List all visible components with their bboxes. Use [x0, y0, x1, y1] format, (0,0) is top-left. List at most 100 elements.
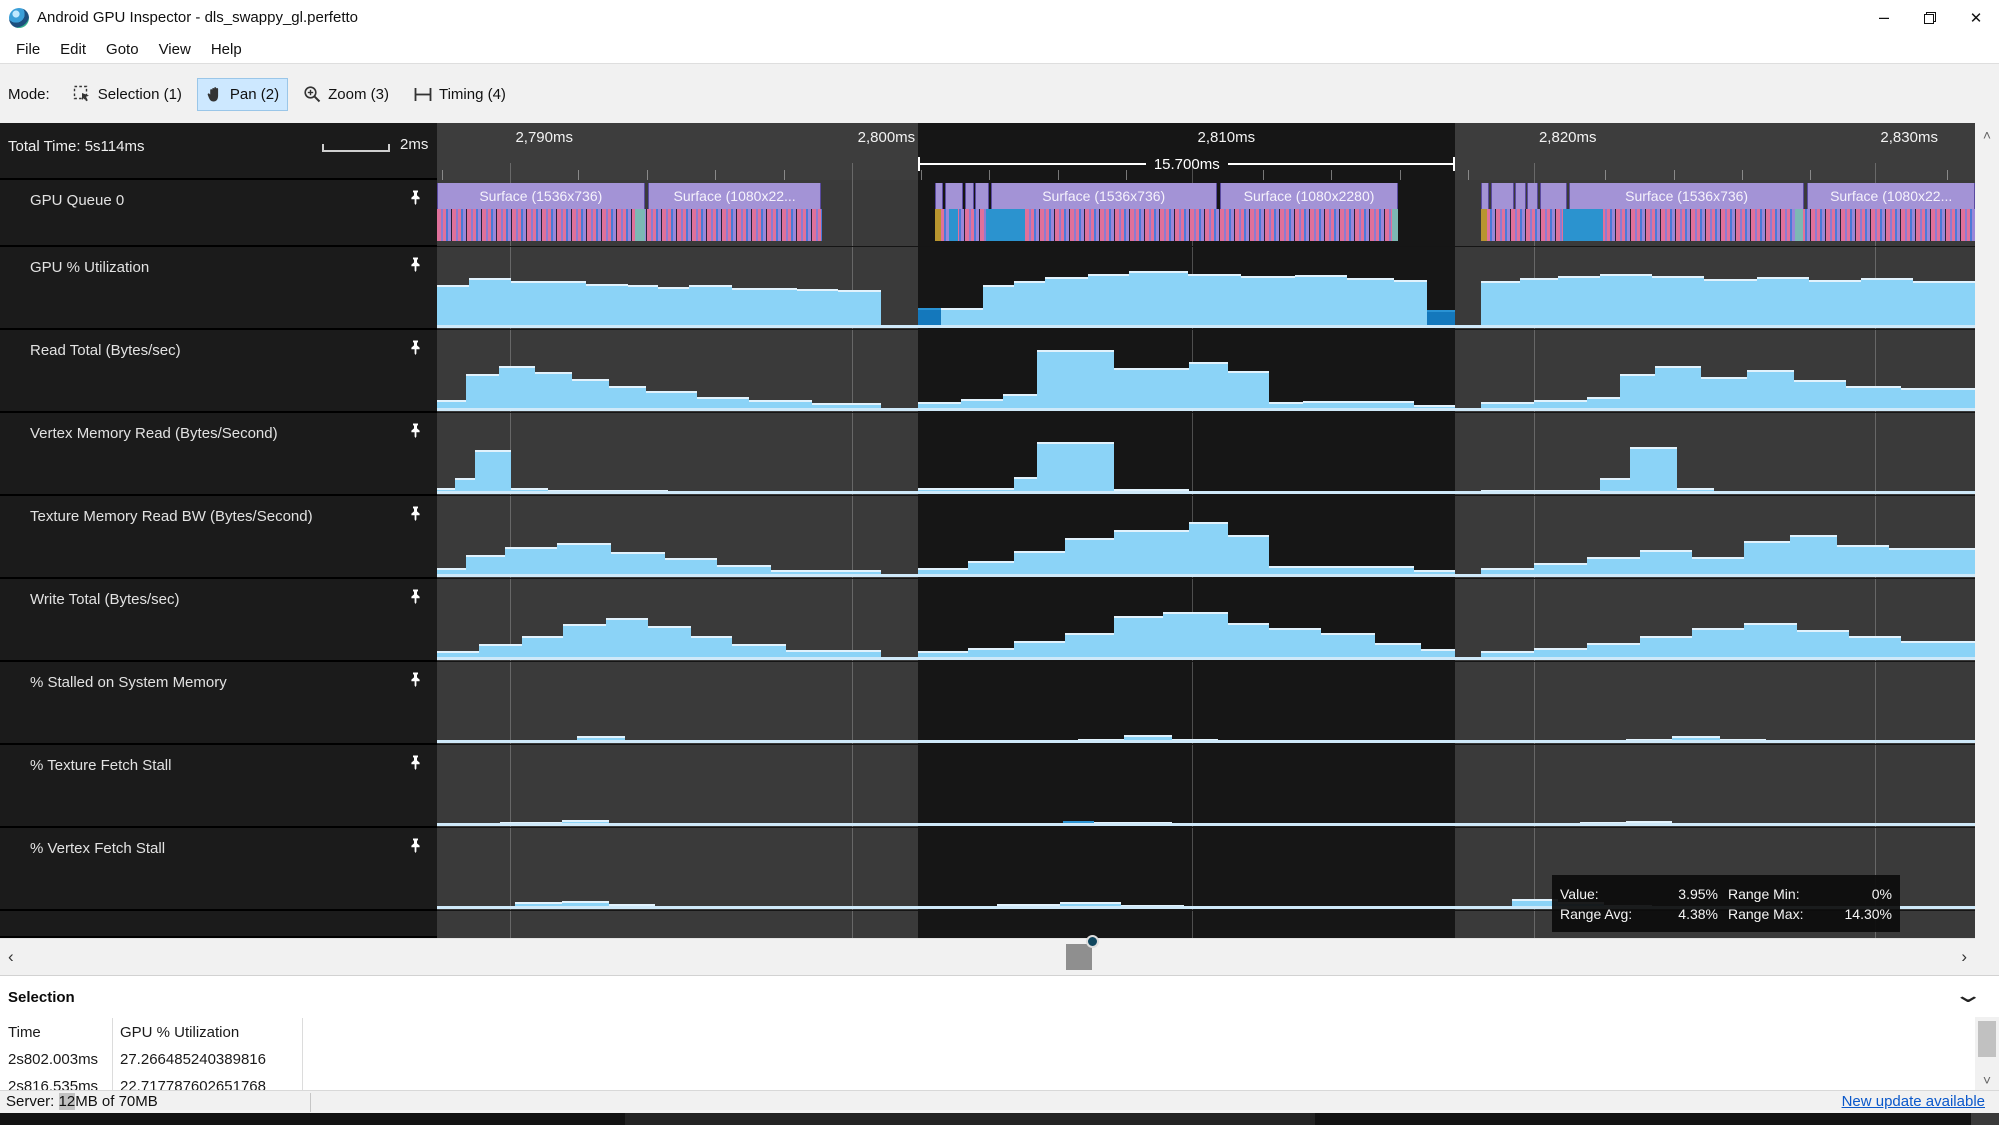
pin-icon[interactable] — [408, 190, 423, 211]
scroll-right-icon[interactable]: › — [1961, 947, 1967, 967]
collapse-chevron-icon[interactable]: ⌄ — [1952, 982, 1983, 1008]
chart-segment — [1756, 277, 1809, 328]
hover-point-marker — [1086, 935, 1099, 948]
surface-span[interactable]: Surface (1080x22... — [647, 183, 822, 209]
mode-button-timing[interactable]: Timing (4) — [404, 78, 515, 111]
chart-segment — [658, 287, 690, 328]
surface-span[interactable]: Surface (1536x736) — [1568, 183, 1805, 209]
surface-span[interactable]: Surface (1080x22... — [1807, 183, 1975, 209]
selection-scroll-thumb[interactable] — [1978, 1021, 1996, 1057]
selection-scroll-down-icon[interactable]: ˅ — [1975, 1072, 1999, 1088]
horizontal-scrollbar[interactable]: ‹ › — [0, 938, 1975, 975]
surface-span[interactable] — [1527, 183, 1539, 209]
surface-span[interactable]: Surface (1080x2280) — [1219, 183, 1399, 209]
surface-span[interactable] — [1515, 183, 1526, 209]
track-label-panel: Total Time: 5s114ms 2ms GPU Queue 0 GPU %… — [0, 123, 437, 938]
chart-baseline — [437, 491, 1975, 494]
close-button[interactable]: ✕ — [1953, 0, 1999, 35]
queue-slice-block — [986, 209, 1025, 241]
mode-button-zoom[interactable]: Zoom (3) — [294, 78, 398, 111]
pin-icon[interactable] — [408, 257, 423, 278]
metric-track-0[interactable] — [437, 247, 1975, 330]
surface-span[interactable] — [975, 183, 990, 209]
minor-tick — [1947, 170, 1949, 180]
chart-segment — [1013, 281, 1045, 328]
timeline-canvas[interactable]: 2,790ms 2,800ms 2,810ms 2,820ms 2,830ms 15.7… — [437, 123, 1975, 938]
chart-segment — [1227, 623, 1270, 660]
chart-segment — [1913, 281, 1975, 328]
chart-segment — [647, 626, 691, 660]
mode-button-pan[interactable]: Pan (2) — [196, 77, 289, 111]
chart-segment — [838, 290, 882, 328]
surface-span[interactable]: Surface (1536x736) — [437, 183, 645, 209]
minor-tick — [783, 170, 785, 180]
chart-segment — [437, 285, 470, 328]
menu-item-edit[interactable]: Edit — [50, 38, 96, 61]
table-cell: 2s802.003ms — [8, 1051, 99, 1068]
surface-span[interactable] — [964, 183, 974, 209]
metric-track-2[interactable] — [437, 413, 1975, 496]
menu-item-goto[interactable]: Goto — [96, 38, 149, 61]
scroll-left-icon[interactable]: ‹ — [8, 947, 14, 967]
metric-track-6[interactable] — [437, 745, 1975, 828]
chart-segment — [1836, 545, 1889, 577]
metric-track-1[interactable] — [437, 330, 1975, 413]
surface-span[interactable] — [1539, 183, 1568, 209]
surface-span[interactable] — [1490, 183, 1514, 209]
chart-segment — [1652, 276, 1705, 328]
measure-label: 15.700ms — [1153, 155, 1220, 173]
scroll-up-icon[interactable]: ˄ — [1975, 127, 1999, 143]
mode-button-selection[interactable]: Selection (1) — [64, 78, 191, 111]
selection-scrollbar[interactable]: ˅ — [1975, 1017, 1999, 1090]
pin-icon[interactable] — [408, 340, 423, 361]
track-label-row: % Stalled on System Memory — [0, 662, 437, 745]
chart-segment — [535, 372, 573, 411]
menu-item-view[interactable]: View — [149, 38, 201, 61]
metric-track-4[interactable] — [437, 579, 1975, 662]
maximize-button[interactable] — [1907, 0, 1953, 35]
metric-track-3[interactable] — [437, 496, 1975, 579]
server-memory-status: Server: 12MB of 70MB — [6, 1093, 158, 1110]
status-separator — [310, 1093, 311, 1112]
horizontal-scroll-thumb[interactable] — [1066, 944, 1092, 970]
chart-baseline — [437, 408, 1975, 411]
bottom-edge-strip — [0, 1113, 1999, 1125]
pin-icon[interactable] — [408, 672, 423, 693]
zoom-icon — [303, 85, 322, 104]
chart-segment — [796, 288, 839, 328]
time-tick-label: 2,800ms — [857, 129, 916, 146]
window-title: Android GPU Inspector - dls_swappy_gl.pe… — [37, 9, 358, 26]
menu-item-help[interactable]: Help — [201, 38, 252, 61]
surface-span[interactable] — [935, 183, 943, 209]
pin-icon[interactable] — [408, 589, 423, 610]
pin-icon[interactable] — [408, 506, 423, 527]
menu-item-file[interactable]: File — [6, 38, 50, 61]
surface-span[interactable]: Surface (1536x736) — [990, 183, 1217, 209]
chart-segment — [1481, 281, 1520, 328]
chart-segment — [1639, 549, 1692, 577]
chart-segment — [510, 281, 587, 328]
queue-slice-block — [1392, 209, 1399, 241]
pin-icon[interactable] — [408, 423, 423, 444]
update-link[interactable]: New update available — [1842, 1093, 1985, 1110]
gpu-queue-track[interactable]: Surface (1536x736) Surface (1080x22... Sur… — [437, 180, 1975, 247]
queue-slice-block — [1795, 209, 1803, 241]
minimize-button[interactable]: – — [1861, 0, 1907, 35]
metric-track-5[interactable] — [437, 662, 1975, 745]
chart-segment — [732, 287, 797, 328]
chart-segment — [1701, 376, 1748, 411]
chart-segment — [1189, 361, 1228, 411]
track-label-row: Vertex Memory Read (Bytes/Second) — [0, 413, 437, 496]
vertical-scrollbar[interactable]: ˄ — [1975, 123, 1999, 938]
surface-span[interactable] — [944, 183, 963, 209]
chart-segment — [1793, 379, 1846, 411]
chart-segment — [1113, 615, 1163, 660]
table-header-cell: GPU % Utilization — [120, 1024, 240, 1041]
chart-segment — [1619, 374, 1656, 411]
track-label-row: % Vertex Fetch Stall — [0, 828, 437, 911]
surface-span[interactable] — [1481, 183, 1489, 209]
partial-row — [0, 911, 437, 938]
pin-icon[interactable] — [408, 755, 423, 776]
minor-tick — [578, 170, 580, 180]
pin-icon[interactable] — [408, 838, 423, 859]
